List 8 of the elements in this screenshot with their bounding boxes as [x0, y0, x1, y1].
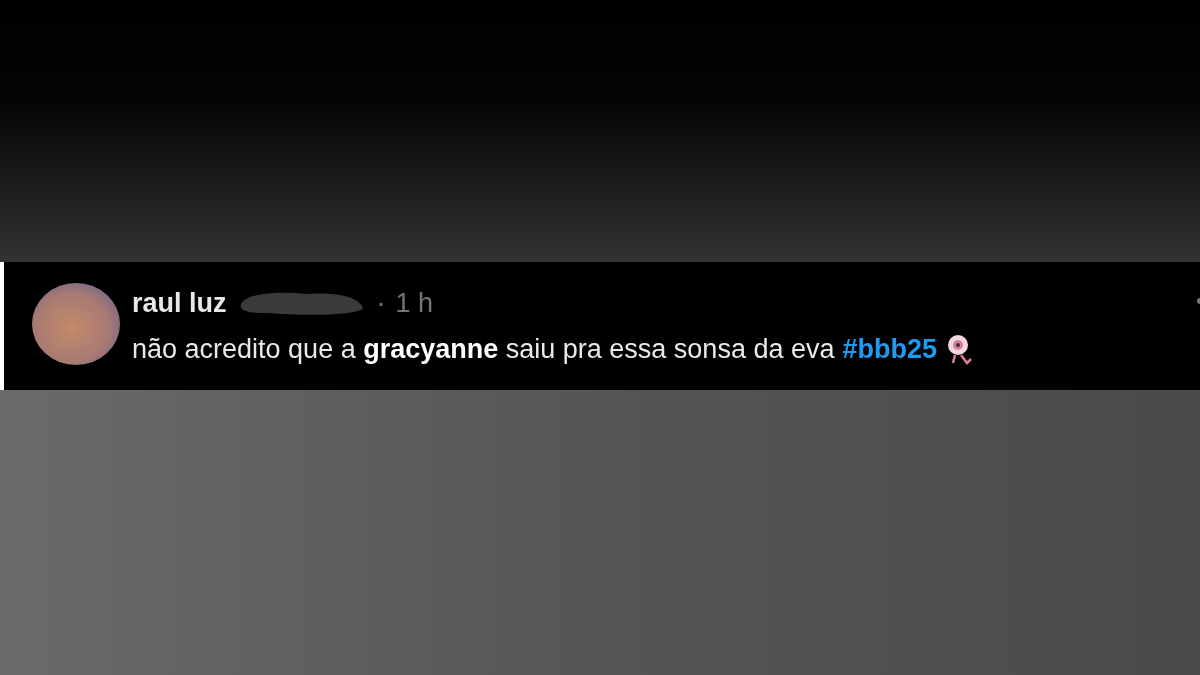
- separator-dot: ·: [376, 288, 386, 319]
- timestamp[interactable]: 1 h: [395, 288, 434, 319]
- more-icon[interactable]: [1196, 298, 1200, 304]
- hashtag-link[interactable]: #bbb25: [842, 333, 937, 365]
- eye-emoji-icon: [945, 333, 973, 365]
- avatar[interactable]: [30, 282, 122, 366]
- author-name[interactable]: raul luz: [132, 288, 227, 319]
- tweet-text: não acredito que a gracyanne saiu pra essa sonsa da eva: [132, 333, 835, 365]
